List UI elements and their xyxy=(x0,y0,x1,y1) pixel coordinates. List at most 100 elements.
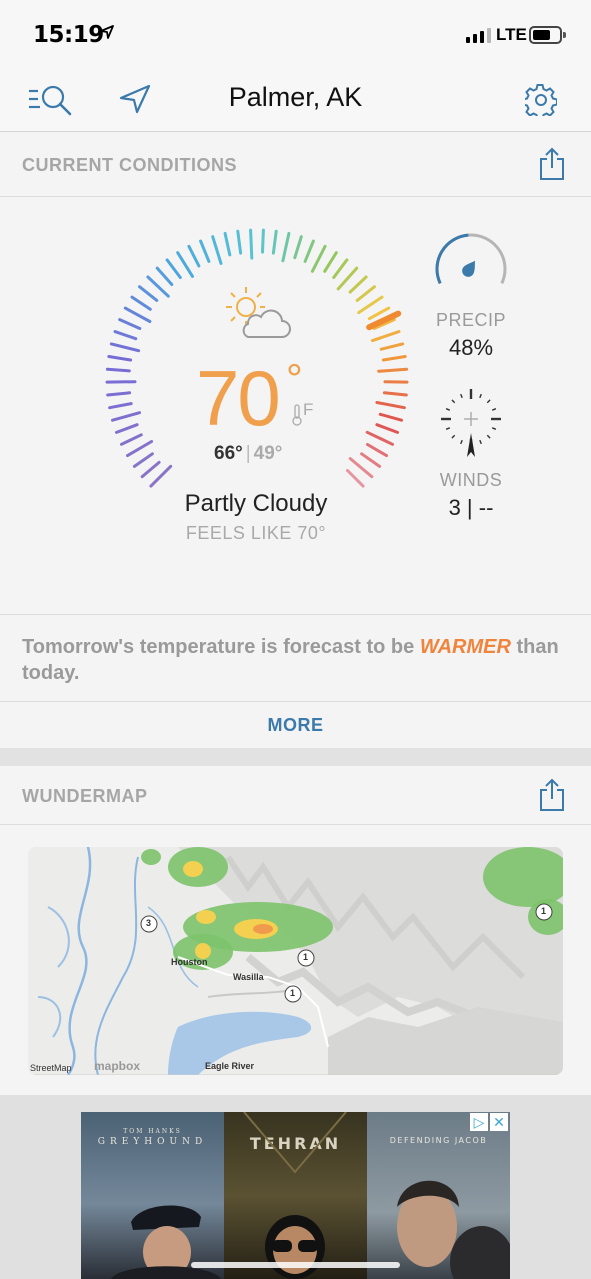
dial-tick xyxy=(323,251,338,273)
high-low: 66° | 49° xyxy=(214,443,282,465)
dial-tick xyxy=(378,412,403,422)
close-icon[interactable]: ✕ xyxy=(490,1113,508,1131)
low-temp: 49° xyxy=(253,443,283,464)
dial-tick xyxy=(146,275,170,298)
dial-tick xyxy=(382,391,408,397)
temperature-unit: F xyxy=(303,400,314,419)
poster-figure xyxy=(397,1180,510,1279)
precip-gauge[interactable] xyxy=(431,231,511,301)
dial-tick xyxy=(118,318,142,330)
dial-tick xyxy=(105,367,131,373)
dial-tick xyxy=(138,285,159,302)
compass-tick xyxy=(491,427,497,430)
dial-tick xyxy=(115,423,139,434)
dial-tick xyxy=(375,423,399,434)
radar-map[interactable]: 3 1 1 1 Houston Wasilla Eagle River Stre… xyxy=(28,847,563,1075)
section-divider xyxy=(0,748,591,766)
dial-tick xyxy=(379,342,405,351)
share-icon[interactable] xyxy=(539,147,565,181)
ad-choices[interactable]: ▷ ✕ xyxy=(470,1113,508,1131)
location-arrow-icon xyxy=(100,25,114,39)
ad-poster-tehran: TEHRAN xyxy=(224,1112,367,1279)
dial-tick xyxy=(336,266,359,291)
map-label-eagle-river: Eagle River xyxy=(205,1061,255,1071)
compass-icon[interactable] xyxy=(437,385,505,465)
dial-tick xyxy=(281,231,291,263)
ad-banner[interactable]: TOM HANKS GREYHOUND TEHRAN DEFENDING JAC… xyxy=(81,1112,510,1279)
signal-icon xyxy=(466,27,491,43)
dial-tick xyxy=(223,231,232,257)
dial-tick xyxy=(271,229,278,255)
thermometer-icon xyxy=(292,404,302,426)
forecast-highlight: WARMER xyxy=(419,636,511,658)
compass-tick xyxy=(491,408,497,411)
dial-tick xyxy=(310,244,327,273)
dial-tick xyxy=(176,251,194,278)
current-temperature: 70 xyxy=(196,354,281,442)
dial-tick xyxy=(107,355,133,362)
dial-tick xyxy=(365,430,394,446)
page-title: Palmer, AK xyxy=(228,82,363,112)
compass-tick xyxy=(445,408,451,411)
dial-tick xyxy=(109,342,141,353)
route-marker: 3 xyxy=(146,918,152,928)
high-temp: 66° xyxy=(214,443,243,464)
compass-tick xyxy=(460,393,463,399)
dial-tick xyxy=(108,402,133,410)
route-marker: 1 xyxy=(290,988,296,998)
dial-tick xyxy=(236,229,243,255)
share-icon[interactable] xyxy=(539,778,565,812)
dial-tick xyxy=(381,355,407,362)
compass-tick xyxy=(445,427,451,430)
wundermap-container: 3 1 1 1 Houston Wasilla Eagle River Stre… xyxy=(0,825,591,1095)
dial-tick xyxy=(375,401,406,410)
dial-tick xyxy=(187,244,201,268)
dial-tick xyxy=(293,235,303,260)
dial-tick xyxy=(165,258,182,279)
dial-tick xyxy=(303,239,315,263)
dial-tick xyxy=(261,228,265,254)
mapbox-logo[interactable]: mapbox xyxy=(94,1059,140,1073)
dial-tick xyxy=(348,457,374,479)
status-time: 15:19 xyxy=(33,22,104,48)
route-marker: 1 xyxy=(541,906,547,916)
poster-figure xyxy=(111,1205,221,1279)
map-label-wasilla: Wasilla xyxy=(233,972,264,982)
ad-choices-icon[interactable]: ▷ xyxy=(470,1113,488,1131)
dial-tick xyxy=(126,440,154,458)
forecast-note: Tomorrow's temperature is forecast to be… xyxy=(0,616,591,702)
nav-bar: Palmer, AK xyxy=(0,66,591,132)
map-label-houston: Houston xyxy=(171,957,208,967)
partly-cloudy-icon xyxy=(226,287,291,338)
wundermap-header: WUNDERMAP xyxy=(0,766,591,825)
battery-icon xyxy=(529,26,566,44)
map-graphic xyxy=(28,847,563,1075)
network-type: LTE xyxy=(496,25,527,44)
dial-tick xyxy=(140,460,161,479)
dial-tick xyxy=(355,285,376,302)
home-indicator xyxy=(191,1262,400,1268)
dial-tick xyxy=(111,411,141,422)
gear-icon[interactable] xyxy=(525,84,557,116)
dial-tick xyxy=(348,275,368,294)
dial-tick xyxy=(123,306,152,323)
winds-label: WINDS xyxy=(439,470,503,490)
compass-tick xyxy=(479,439,482,445)
high-low-separator: | xyxy=(245,443,251,464)
route-marker: 1 xyxy=(303,952,309,962)
winds-value: 3 | -- xyxy=(448,495,494,520)
dial-tick xyxy=(360,452,382,468)
dial-tick xyxy=(199,239,211,263)
more-link[interactable]: MORE xyxy=(0,715,591,736)
forecast-text: Tomorrow's temperature is forecast to be… xyxy=(22,634,572,686)
compass-tick xyxy=(460,439,463,445)
dial-tick xyxy=(149,464,173,488)
dial-tick xyxy=(130,295,152,311)
dial-tick xyxy=(366,443,388,458)
degree-symbol: ° xyxy=(286,355,303,402)
dial-tick xyxy=(377,367,409,373)
precip-value: 48% xyxy=(448,335,494,360)
dial-tick xyxy=(211,235,223,265)
dial-tick xyxy=(155,266,174,286)
ad-poster-greyhound: TOM HANKS GREYHOUND xyxy=(81,1112,224,1279)
